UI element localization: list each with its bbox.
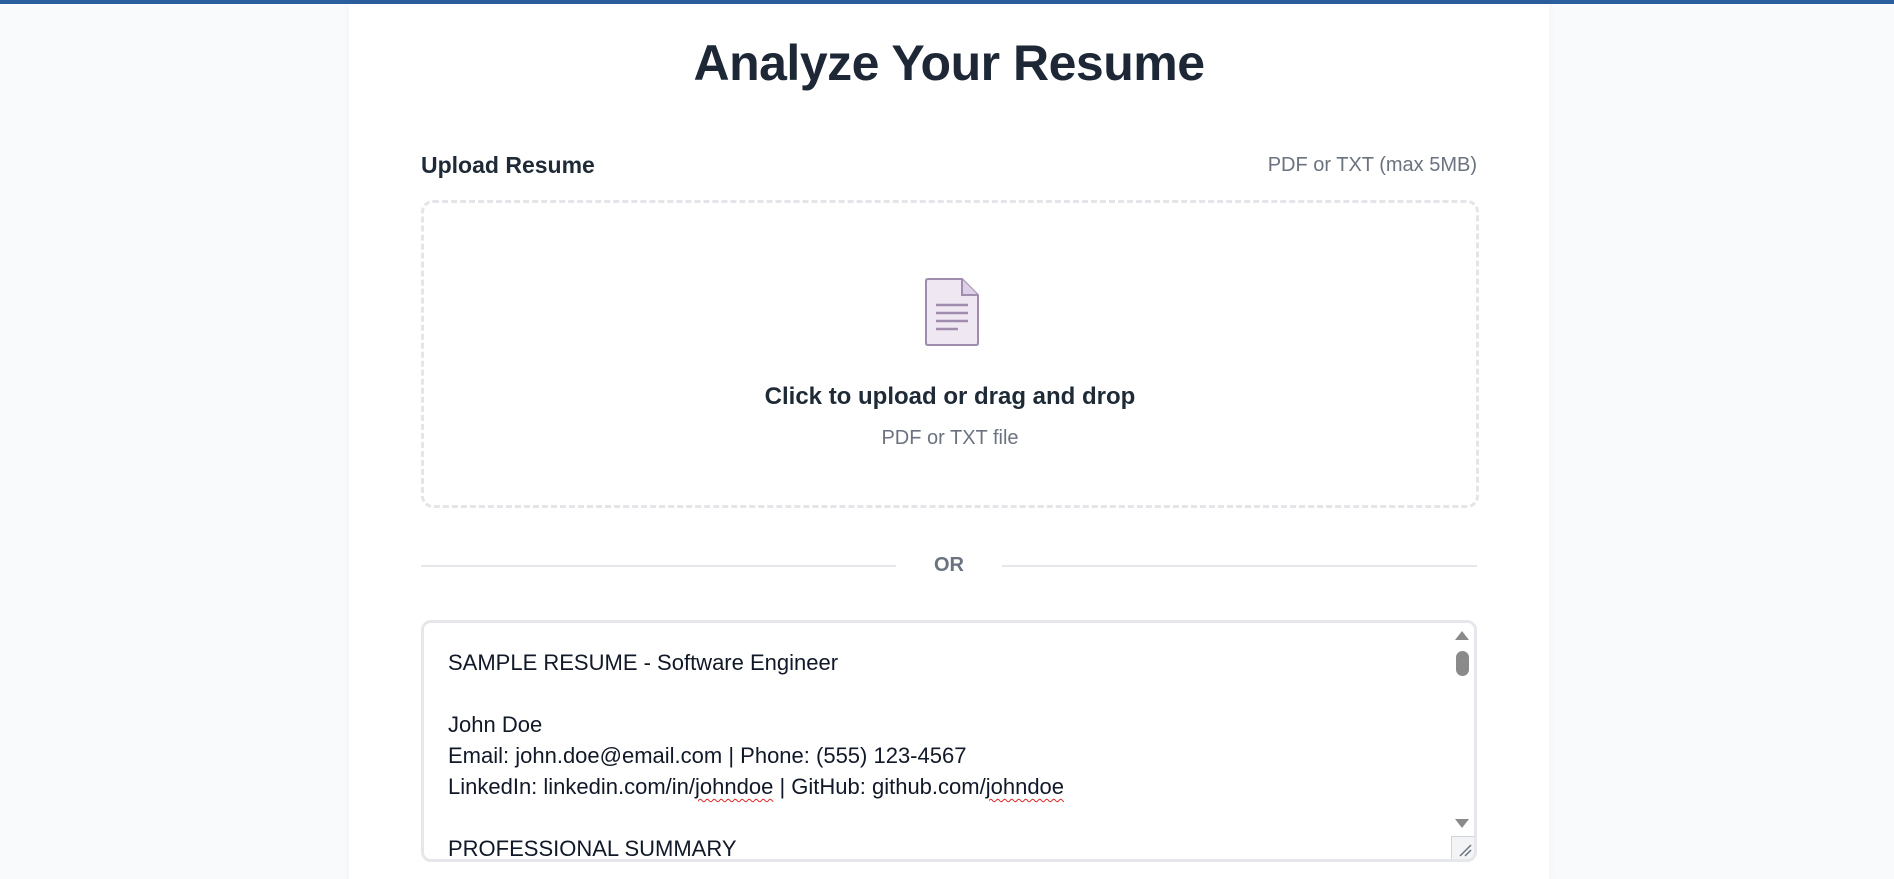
resize-grip-icon xyxy=(1459,844,1472,857)
resume-line: John Doe xyxy=(448,712,543,737)
divider-line-left xyxy=(421,565,896,567)
or-divider-label: OR xyxy=(934,554,964,576)
resume-line: LinkedIn: linkedin.com/in/johndoe | GitH… xyxy=(448,774,1065,799)
document-icon xyxy=(925,278,979,346)
scroll-thumb[interactable] xyxy=(1456,651,1469,676)
resume-line xyxy=(448,678,1450,709)
scroll-up-arrow-icon[interactable] xyxy=(1455,631,1469,640)
dropzone-subtitle: PDF or TXT file xyxy=(881,427,1019,449)
dropzone-title: Click to upload or drag and drop xyxy=(764,383,1136,410)
resume-text-content[interactable]: SAMPLE RESUME - Software Engineer John Do… xyxy=(448,647,1450,861)
resume-line xyxy=(448,802,1450,833)
divider-line-right xyxy=(1002,565,1477,567)
resume-text-area[interactable]: SAMPLE RESUME - Software Engineer John Do… xyxy=(421,620,1477,862)
resume-line: Email: john.doe@email.com | Phone: (555)… xyxy=(448,743,967,768)
resume-line: SAMPLE RESUME - Software Engineer xyxy=(448,650,839,675)
upload-format-hint: PDF or TXT (max 5MB) xyxy=(1267,154,1477,176)
page-title: Analyze Your Resume xyxy=(693,35,1205,91)
upload-resume-label: Upload Resume xyxy=(421,152,595,178)
file-dropzone[interactable]: Click to upload or drag and drop PDF or … xyxy=(421,200,1479,508)
resume-line: PROFESSIONAL SUMMARY xyxy=(448,836,737,861)
resize-handle-icon[interactable] xyxy=(1451,836,1474,859)
analyze-card: Analyze Your Resume Upload Resume PDF or… xyxy=(349,4,1549,879)
scroll-down-arrow-icon[interactable] xyxy=(1455,819,1469,828)
textarea-scrollbar[interactable] xyxy=(1452,623,1474,859)
